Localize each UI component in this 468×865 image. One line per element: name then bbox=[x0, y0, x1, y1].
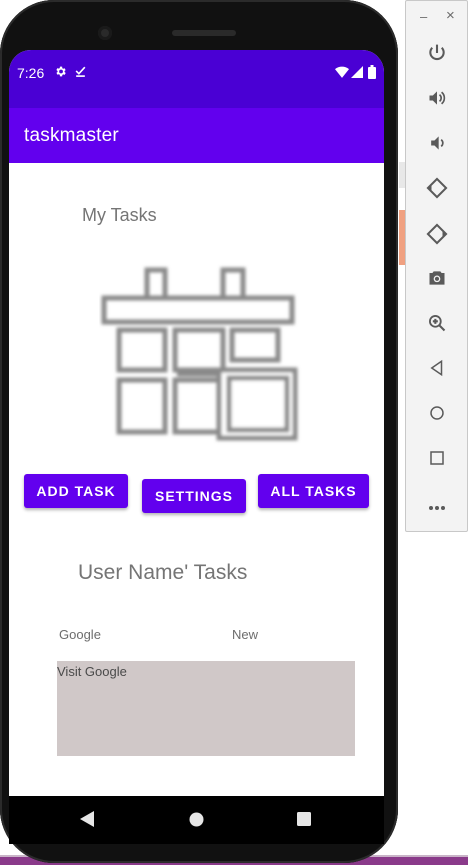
navigation-bar bbox=[9, 796, 384, 844]
overview-icon[interactable] bbox=[406, 449, 467, 472]
user-tasks-heading: User Name' Tasks bbox=[78, 561, 248, 584]
all-tasks-button[interactable]: ALL TASKS bbox=[258, 474, 369, 508]
rotate-right-icon[interactable] bbox=[406, 223, 467, 250]
settings-button[interactable]: SETTINGS bbox=[142, 479, 246, 513]
page-heading: My Tasks bbox=[82, 205, 157, 225]
battery-icon bbox=[368, 65, 376, 82]
front-camera bbox=[98, 26, 112, 40]
back-icon[interactable] bbox=[79, 810, 95, 833]
close-button[interactable]: × bbox=[446, 7, 455, 24]
power-icon[interactable] bbox=[406, 43, 467, 68]
app-screen: 7:26 taskmaster My Tasks ADD TASK SETTIN… bbox=[9, 50, 384, 796]
wifi-icon bbox=[335, 66, 349, 81]
rotate-left-icon[interactable] bbox=[406, 177, 467, 204]
status-bar: 7:26 bbox=[9, 50, 384, 108]
zoom-icon[interactable] bbox=[406, 313, 467, 338]
minimize-button[interactable]: – bbox=[420, 9, 427, 24]
earpiece-speaker bbox=[172, 30, 236, 36]
task-detail-text: Visit Google bbox=[57, 664, 127, 679]
gear-icon bbox=[54, 65, 67, 81]
volume-down-icon[interactable] bbox=[406, 133, 467, 158]
task-title[interactable]: Google bbox=[59, 627, 101, 642]
add-task-button[interactable]: ADD TASK bbox=[24, 474, 128, 508]
signal-icon bbox=[351, 66, 363, 81]
more-icon[interactable] bbox=[406, 495, 467, 516]
home-icon[interactable] bbox=[406, 404, 467, 427]
emulator-toolbar: – × bbox=[405, 0, 468, 532]
task-state: New bbox=[232, 627, 259, 642]
back-icon[interactable] bbox=[406, 359, 467, 382]
recents-icon[interactable] bbox=[297, 812, 311, 831]
home-icon[interactable] bbox=[189, 812, 204, 832]
app-bar: taskmaster bbox=[9, 108, 384, 163]
calendar-grid-icon bbox=[101, 267, 298, 441]
camera-icon[interactable] bbox=[406, 268, 467, 293]
volume-up-icon[interactable] bbox=[406, 88, 467, 113]
download-done-icon bbox=[74, 65, 87, 81]
app-title: taskmaster bbox=[24, 125, 119, 146]
status-time: 7:26 bbox=[17, 65, 45, 81]
task-detail-box[interactable]: Visit Google bbox=[57, 661, 355, 756]
